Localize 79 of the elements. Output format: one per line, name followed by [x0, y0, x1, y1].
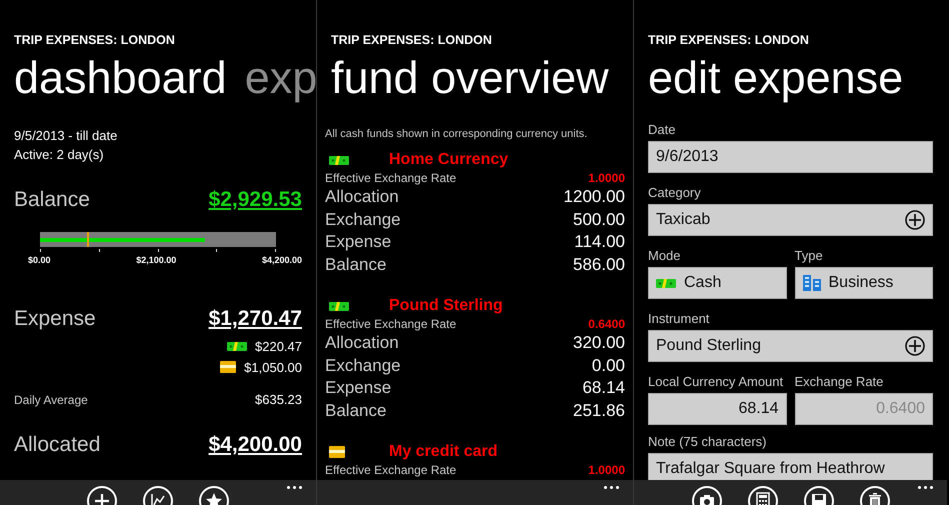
- row-label: Exchange: [325, 354, 401, 376]
- active-days: Active: 2 day(s): [14, 145, 302, 164]
- pivot-title[interactable]: dashboard: [14, 50, 227, 106]
- row-label: Balance: [325, 400, 386, 422]
- building-icon: [802, 275, 820, 291]
- field-label: Local Currency Amount: [648, 374, 784, 390]
- more-icon[interactable]: [604, 486, 619, 489]
- row-label: Allocation: [325, 186, 399, 208]
- field-label: Instrument: [648, 311, 710, 327]
- star-icon: [205, 492, 223, 505]
- pivot-title[interactable]: fund overview: [331, 50, 609, 106]
- add-icon: [93, 492, 111, 505]
- row-label: Expense: [325, 231, 392, 253]
- row-label: Balance: [325, 254, 386, 276]
- rate-label: Effective Exchange Rate: [325, 462, 456, 478]
- field-label: Category: [648, 185, 702, 201]
- picker-field[interactable]: Taxicab: [648, 204, 933, 236]
- tick-label: $4,200.00: [262, 254, 302, 266]
- fund-name[interactable]: Home Currency: [389, 150, 508, 170]
- row-value: 114.00: [574, 231, 625, 253]
- row-value: 68.14: [582, 377, 625, 399]
- date-range: 9/5/2013 - till date: [14, 127, 118, 145]
- add-icon[interactable]: [905, 336, 925, 356]
- note-text: All cash funds shown in corresponding currency units.: [325, 127, 588, 141]
- tick-label: $0.00: [28, 254, 51, 266]
- input-field[interactable]: Trafalgar Square from Heathrow: [648, 453, 933, 480]
- daily-average-amount: $635.23: [255, 390, 302, 408]
- row-label: Allocation: [325, 332, 399, 354]
- cash-icon: [656, 278, 676, 288]
- row-value: 251.86: [573, 400, 625, 422]
- app-title: TRIP EXPENSES: LONDON: [331, 33, 493, 48]
- breakdown-amount: $220.47: [255, 338, 302, 354]
- row-value: 1200.00: [564, 186, 625, 208]
- cash-icon: [329, 154, 349, 166]
- fund-name[interactable]: Pound Sterling: [389, 296, 503, 316]
- app-title: TRIP EXPENSES: LONDON: [648, 33, 810, 48]
- rate-value: 1.0000: [588, 462, 625, 478]
- fund-name[interactable]: My credit card: [389, 442, 498, 462]
- summary-label: Expense: [14, 306, 96, 332]
- summary-label: Balance: [14, 187, 90, 213]
- rate-value: 0.6400: [588, 316, 625, 332]
- field-label: Mode: [648, 248, 682, 264]
- card-icon: [329, 446, 345, 458]
- row-label: Expense: [325, 377, 392, 399]
- pivot-title[interactable]: exp: [244, 50, 316, 106]
- field-label: Type: [794, 248, 824, 264]
- picker-field[interactable]: Business: [794, 267, 933, 299]
- calculator-icon: [754, 492, 772, 505]
- more-icon[interactable]: [287, 486, 302, 489]
- picker-field[interactable]: Pound Sterling: [648, 330, 933, 362]
- pivot-title[interactable]: edit expense: [648, 50, 904, 106]
- rate-label: Effective Exchange Rate: [325, 170, 456, 186]
- rate-label: Effective Exchange Rate: [325, 316, 456, 332]
- summary-amount[interactable]: $4,200.00: [208, 429, 302, 460]
- field-label: Date: [648, 122, 676, 138]
- field-label: Note (75 characters): [648, 434, 768, 450]
- summary-label: Allocated: [14, 432, 100, 458]
- rate-value: 1.0000: [588, 170, 625, 186]
- input-field[interactable]: 9/6/2013: [648, 141, 933, 173]
- more-icon[interactable]: [918, 486, 933, 489]
- field-label: Exchange Rate: [794, 374, 884, 390]
- picker-field[interactable]: Cash: [648, 267, 786, 299]
- breakdown-amount: $1,050.00: [244, 358, 302, 376]
- row-value: 0.00: [592, 354, 625, 376]
- summary-amount[interactable]: $1,270.47: [208, 303, 302, 334]
- row-value: 586.00: [573, 254, 625, 276]
- row-value: 500.00: [573, 208, 625, 230]
- daily-average-label: Daily Average: [14, 392, 88, 408]
- add-icon[interactable]: [905, 210, 925, 230]
- card-icon: [220, 361, 236, 373]
- number-field[interactable]: 68.14: [648, 393, 786, 425]
- app-title: TRIP EXPENSES: LONDON: [14, 33, 176, 48]
- row-value: 320.00: [573, 332, 625, 354]
- cash-icon: [329, 300, 349, 312]
- row-label: Exchange: [325, 208, 401, 230]
- chart-icon: [149, 492, 167, 505]
- tick-label: $2,100.00: [136, 254, 176, 266]
- summary-amount[interactable]: $2,929.53: [208, 184, 302, 216]
- cash-icon: [227, 340, 247, 352]
